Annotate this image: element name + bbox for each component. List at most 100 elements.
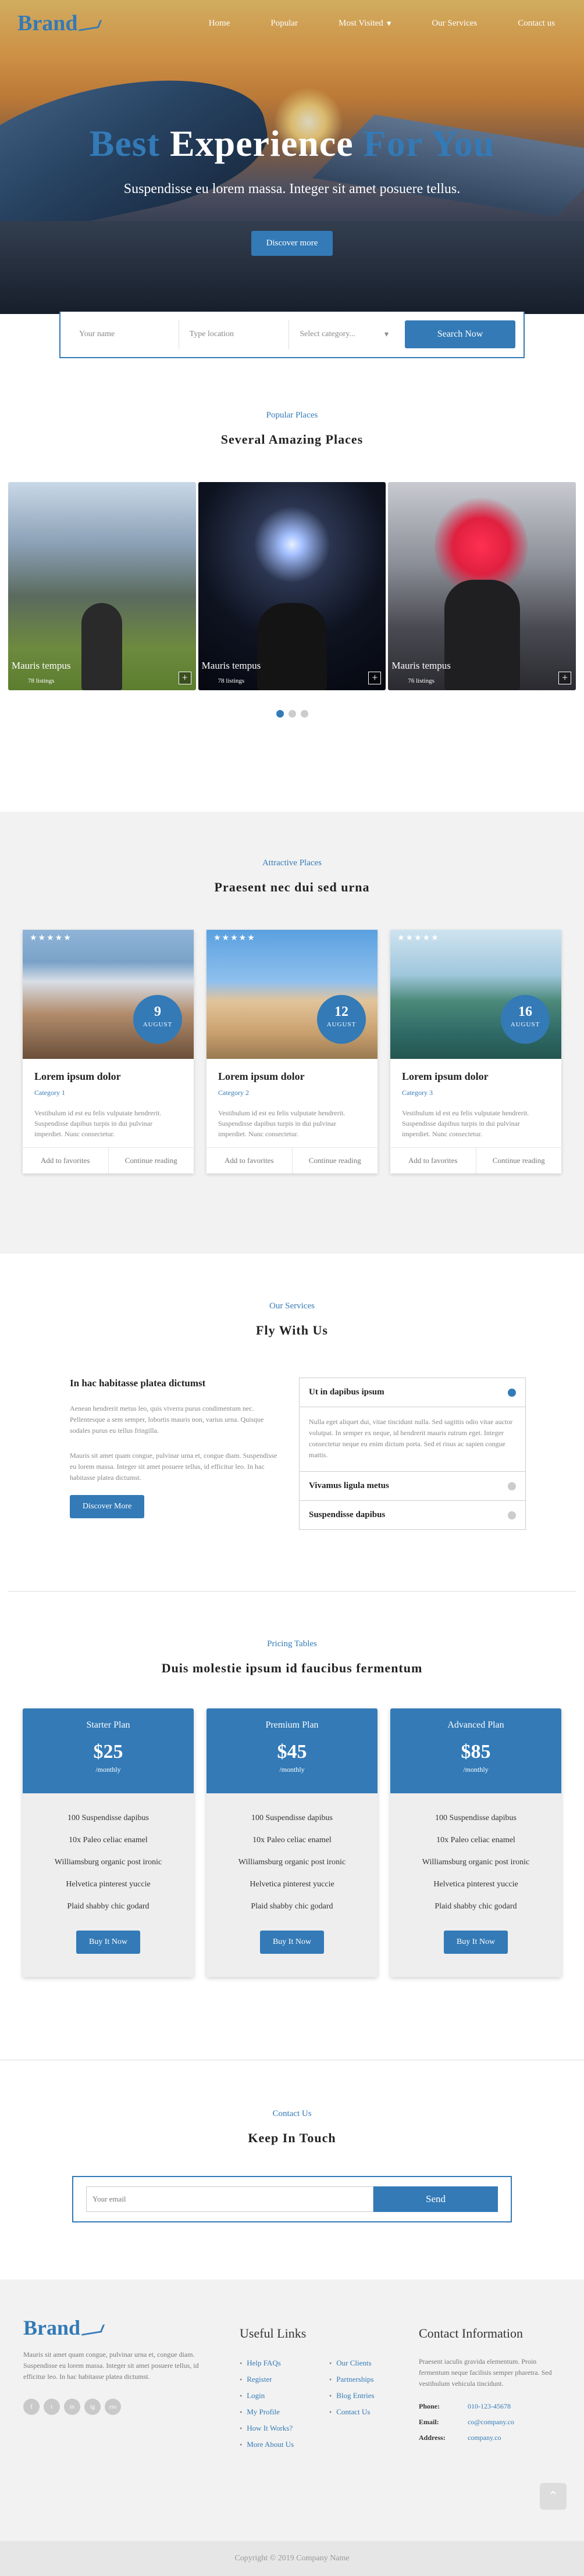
twitter-icon[interactable]: t <box>44 2399 60 2415</box>
continue-reading-link[interactable]: Continue reading <box>476 1148 562 1173</box>
slider-dot[interactable] <box>276 710 284 718</box>
plan-feature: 100 Suspendisse dapibus <box>251 1814 333 1822</box>
plan-name: Advanced Plan <box>447 1720 504 1730</box>
brand-name: Brand <box>17 11 78 35</box>
discover-more-button[interactable]: Discover More <box>70 1495 145 1518</box>
section-label: Our Services <box>269 1301 315 1311</box>
facebook-icon[interactable]: f <box>23 2399 40 2415</box>
accordion-title: Vivamus ligula metus <box>309 1481 389 1490</box>
date-badge: 9 AUGUST <box>133 995 182 1044</box>
address-value[interactable]: company.co <box>468 2434 501 2442</box>
category-select[interactable]: Select category... ▾ <box>289 320 399 349</box>
accordion-header[interactable]: Suspendisse dapibus <box>300 1501 525 1529</box>
continue-reading-link[interactable]: Continue reading <box>293 1148 378 1173</box>
accordion-header[interactable]: Vivamus ligula metus <box>300 1472 525 1500</box>
card-footer: Add to favorites Continue reading <box>23 1147 194 1173</box>
footer-email: Email: co@company.co <box>419 2418 558 2427</box>
date-badge: 12 AUGUST <box>317 995 366 1044</box>
accordion-header[interactable]: Ut in dapibus ipsum <box>300 1378 525 1407</box>
linkedin-icon[interactable]: in <box>64 2399 80 2415</box>
plus-icon[interactable]: + <box>558 672 572 684</box>
rss-icon[interactable]: rss <box>105 2399 121 2415</box>
place-slide[interactable]: Mauris tempus 76 listings + <box>388 482 576 690</box>
footer-link[interactable]: My Profile <box>240 2404 329 2420</box>
place-slide[interactable]: Mauris tempus 78 listings + <box>8 482 196 690</box>
card-text: Vestibulum id est eu felis vulputate hen… <box>402 1109 529 1138</box>
add-to-favorites-link[interactable]: Add to favorites <box>23 1148 109 1173</box>
services-content: In hac habitasse platea dictumst Aenean … <box>70 1378 584 1530</box>
card-category[interactable]: Category 1 <box>34 1089 182 1097</box>
brand-logo[interactable]: Brand <box>17 10 102 36</box>
nav-most-visited[interactable]: Most Visited ▾ <box>318 18 411 29</box>
copyright: Copyright © 2019 Company Name <box>0 2541 584 2576</box>
location-input[interactable]: Type location <box>179 320 290 349</box>
footer-link[interactable]: Contact Us <box>329 2404 419 2420</box>
nav-our-services[interactable]: Our Services <box>411 18 497 29</box>
footer-link[interactable]: More About Us <box>240 2436 329 2453</box>
slider-dot[interactable] <box>300 710 308 718</box>
brand-name: Brand <box>23 2316 81 2339</box>
plan-feature: Helvetica pinterest yuccie <box>250 1880 334 1889</box>
card-body: Lorem ipsum dolor Category 3 Vestibulum … <box>390 1059 561 1147</box>
card-image[interactable]: ★★★★★ 16 AUGUST <box>390 930 561 1059</box>
hero-title-word-1: Best <box>89 123 160 164</box>
slider-dot[interactable] <box>288 710 296 718</box>
footer-link[interactable]: Login <box>240 2388 329 2404</box>
footer-link[interactable]: Our Clients <box>329 2355 419 2371</box>
plan-name: Starter Plan <box>86 1720 130 1730</box>
discover-more-button[interactable]: Discover more <box>251 231 333 256</box>
place-slide[interactable]: Mauris tempus 78 listings + <box>198 482 386 690</box>
plan-features: 100 Suspendisse dapibus 10x Paleo celiac… <box>206 1807 378 1918</box>
add-to-favorites-link[interactable]: Add to favorites <box>206 1148 293 1173</box>
search-now-button[interactable]: Search Now <box>405 320 516 348</box>
accordion-item: Ut in dapibus ipsum Nulla eget aliquet d… <box>300 1378 525 1472</box>
phone-label: Phone: <box>419 2402 440 2410</box>
footer-brand-logo[interactable]: Brand <box>23 2315 221 2340</box>
instagram-icon[interactable]: ig <box>84 2399 101 2415</box>
plan-period: /monthly <box>95 1765 121 1774</box>
card-category[interactable]: Category 3 <box>402 1089 550 1097</box>
card-image[interactable]: ★★★★★ 9 AUGUST <box>23 930 194 1059</box>
plus-icon[interactable]: + <box>178 672 191 684</box>
card-title[interactable]: Lorem ipsum dolor <box>218 1071 366 1083</box>
card-image[interactable]: ★★★★★ 12 AUGUST <box>206 930 378 1059</box>
hero-section: Brand Home Popular Most Visited ▾ Our Ser… <box>0 0 584 314</box>
buy-it-now-button[interactable]: Buy It Now <box>76 1931 141 1954</box>
plan-name: Premium Plan <box>265 1720 319 1730</box>
continue-reading-link[interactable]: Continue reading <box>109 1148 194 1173</box>
plan-feature: 100 Suspendisse dapibus <box>67 1814 149 1822</box>
search-bar: Your name Type location Select category.… <box>59 312 525 358</box>
footer-link[interactable]: How It Works? <box>240 2420 329 2436</box>
email-value[interactable]: co@company.co <box>468 2418 514 2427</box>
place-card: ★★★★★ 16 AUGUST Lorem ipsum dolor Catego… <box>390 930 561 1173</box>
plan-feature: Williamsburg organic post ironic <box>238 1858 346 1867</box>
email-input[interactable]: Your email <box>86 2186 373 2212</box>
hero-content: Best Experience For You Suspendisse eu l… <box>0 122 584 256</box>
plan-features: 100 Suspendisse dapibus 10x Paleo celiac… <box>23 1807 194 1918</box>
card-title[interactable]: Lorem ipsum dolor <box>402 1071 550 1083</box>
card-title[interactable]: Lorem ipsum dolor <box>34 1071 182 1083</box>
nav-popular[interactable]: Popular <box>250 18 318 29</box>
accordion-body: Nulla eget aliquet dui, vitae tincidunt … <box>300 1407 525 1471</box>
plan-period: /monthly <box>463 1765 489 1774</box>
accordion-title: Suspendisse dapibus <box>309 1510 386 1519</box>
attractive-places-section: Attractive Places Praesent nec dui sed u… <box>0 812 584 1254</box>
buy-it-now-button[interactable]: Buy It Now <box>259 1931 325 1954</box>
name-input[interactable]: Your name <box>69 320 179 349</box>
buy-it-now-button[interactable]: Buy It Now <box>443 1931 508 1954</box>
add-to-favorites-link[interactable]: Add to favorites <box>390 1148 476 1173</box>
footer-link[interactable]: Help FAQs <box>240 2355 329 2371</box>
footer-link[interactable]: Blog Entries <box>329 2388 419 2404</box>
nav-home[interactable]: Home <box>188 18 251 29</box>
nav-contact-us[interactable]: Contact us <box>497 18 567 29</box>
back-to-top-icon[interactable]: ⌃ <box>540 2483 567 2510</box>
send-button[interactable]: Send <box>373 2186 498 2212</box>
plus-icon[interactable]: + <box>368 672 382 684</box>
footer-link[interactable]: Register <box>240 2371 329 2388</box>
footer: Brand Mauris sit amet quam congue, pulvi… <box>0 2279 584 2541</box>
phone-value[interactable]: 010-123-45678 <box>468 2402 511 2411</box>
pricing-plans: Starter Plan $25 /monthly 100 Suspendiss… <box>0 1708 584 1977</box>
card-category[interactable]: Category 2 <box>218 1089 366 1097</box>
footer-link[interactable]: Partnerships <box>329 2371 419 2388</box>
section-title: Duis molestie ipsum id faucibus fermentu… <box>161 1661 423 1675</box>
